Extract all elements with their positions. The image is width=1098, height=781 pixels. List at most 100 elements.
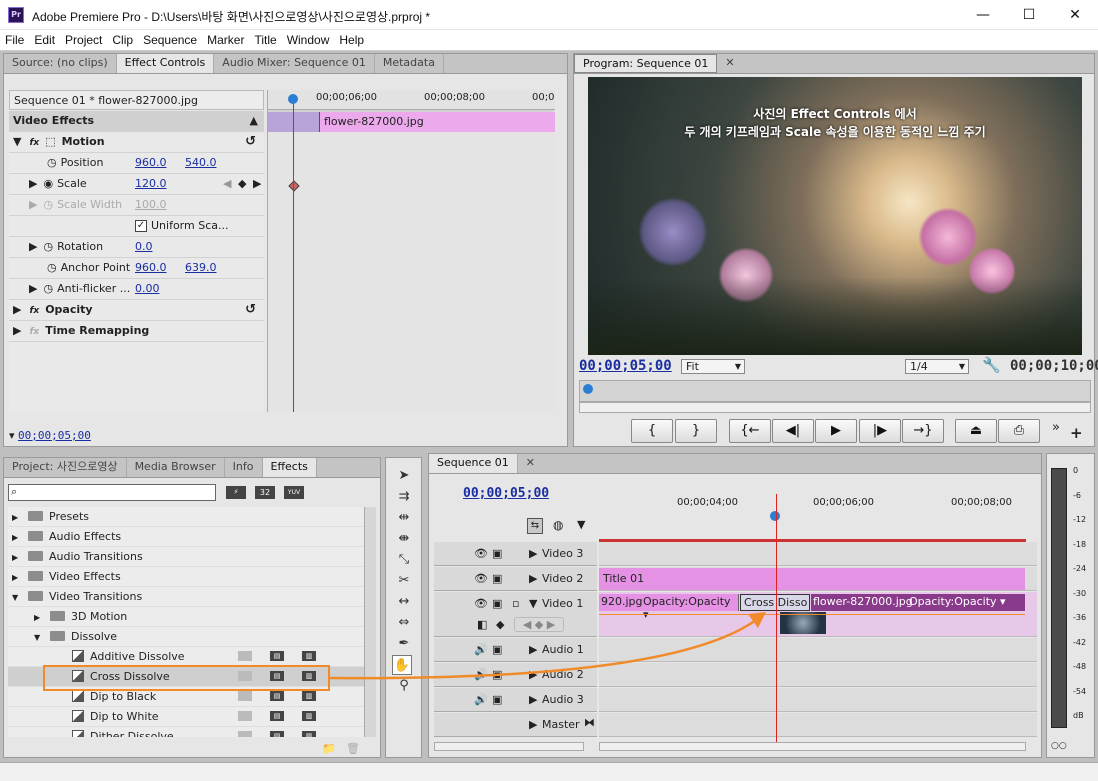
speaker-icon[interactable]: 🔊 [474,643,488,656]
keyframe-nav[interactable]: ◀ ◆ ▶ [514,617,564,632]
next-keyframe-icon[interactable]: ▶ [253,174,261,194]
32bit-effects-icon[interactable]: 32 [255,486,275,499]
lock-icon[interactable]: ▣ [492,547,502,560]
add-marker-icon[interactable]: ▼ [577,518,585,531]
meter-solo-icons[interactable]: ○○ [1051,741,1067,751]
tab-sequence[interactable]: Sequence 01 [429,454,518,473]
tab-effects[interactable]: Effects [262,458,317,477]
expand-arrow-icon[interactable]: ▶ [13,303,21,316]
ec-clip-bar[interactable]: flower-827000.jpg [268,112,555,132]
reset-icon[interactable]: ↺ [245,300,256,320]
expand-arrow-icon[interactable]: ▶ [34,608,50,627]
antiflicker-value[interactable]: 0.00 [135,279,160,299]
stopwatch-icon[interactable]: ◷ [43,282,53,295]
lock-icon[interactable]: ▣ [492,597,502,610]
effects-tree-item[interactable]: Dither Dissolve ▤ ▥ [8,727,364,737]
stopwatch-icon[interactable]: ◷ [47,261,57,274]
display-style-icon[interactable]: ◧ [477,618,487,631]
tab-media-browser[interactable]: Media Browser [127,458,225,477]
collapse-icon[interactable]: ▲ [250,111,258,131]
marker-icon[interactable]: ◍ [553,518,563,532]
add-keyframe-icon[interactable]: ◆ [238,174,246,194]
uniform-scale-checkbox[interactable]: ✓ [135,220,147,232]
tab-effect-controls[interactable]: Effect Controls [116,54,215,73]
slide-tool-icon[interactable]: ⇔ [394,613,414,633]
expand-arrow-icon[interactable]: ▶ [29,240,37,253]
yuv-effects-icon[interactable]: YUV [284,486,304,499]
more-controls-icon[interactable]: » [1052,420,1060,435]
eye-icon[interactable]: 👁 [474,572,488,585]
zoom-tool-icon[interactable]: ⚲ [394,676,414,696]
effects-tree-item[interactable]: ▶ Audio Transitions [8,547,364,567]
expand-arrow-icon[interactable]: ▶ [12,528,28,547]
program-zoom-scrollbar[interactable] [579,402,1091,413]
trash-icon[interactable]: 🗑 [346,742,360,755]
position-x-value[interactable]: 960.0 [135,153,167,173]
scale-value[interactable]: 120.0 [135,174,167,194]
go-to-in-button[interactable]: {← [729,419,771,443]
timeline-zoom-scrollbar[interactable] [599,742,1026,751]
maximize-button[interactable]: ☐ [1006,0,1052,30]
expand-arrow-icon[interactable]: ▼ [13,135,21,148]
lock-icon[interactable]: ▣ [492,572,502,585]
track-lane-video3[interactable] [599,542,1037,566]
expand-arrow-icon[interactable]: ▼ [12,588,28,607]
opacity-row[interactable]: ▶ fx Opacity ↺ [9,300,264,321]
sequence-ruler[interactable]: 00;00;04;00 00;00;06;00 00;00;08;00 [599,495,1026,543]
tab-project[interactable]: Project: 사진으로영상 [4,458,127,477]
effects-tree-item[interactable]: Dip to White ▤ ▥ [8,707,364,727]
rolling-edit-tool-icon[interactable]: ⇼ [394,529,414,549]
sequence-timecode[interactable]: 00;00;05;00 [463,486,549,501]
mark-in-button[interactable]: { [631,419,673,443]
effects-tree-item[interactable]: ▼ Dissolve [8,627,364,647]
motion-transform-icon[interactable]: ⬚ [45,135,55,148]
tab-info[interactable]: Info [225,458,263,477]
effects-tree-item[interactable]: Dip to Black ▤ ▥ [8,687,364,707]
effects-search-input[interactable]: ⌕ [8,484,216,501]
expand-arrow-icon[interactable]: ▶ [13,324,21,337]
title-clip[interactable]: Title 01 [599,568,1025,590]
lock-icon[interactable]: ▣ [492,693,502,706]
expand-arrow-icon[interactable]: ▶ [529,668,537,681]
stopwatch-icon[interactable]: ◷ [43,240,53,253]
pen-tool-icon[interactable]: ✒ [394,634,414,654]
expand-arrow-icon[interactable]: ▶ [529,643,537,656]
step-back-button[interactable]: ◀| [772,419,814,443]
speaker-icon[interactable]: 🔊 [474,668,488,681]
expand-arrow-icon[interactable]: ▶ [12,568,28,587]
reset-icon[interactable]: ↺ [245,132,256,152]
razor-tool-icon[interactable]: ✂ [394,571,414,591]
step-forward-button[interactable]: |▶ [859,419,901,443]
expand-arrow-icon[interactable]: ▼ [34,628,50,647]
speaker-icon[interactable]: 🔊 [474,693,488,706]
expand-arrow-icon[interactable]: ▶ [12,508,28,527]
hand-tool-icon[interactable]: ✋ [392,655,412,675]
expand-arrow-icon[interactable]: ▶ [12,548,28,567]
ec-playhead-handle[interactable] [288,94,298,104]
sync-icon[interactable]: ▫ [512,597,519,610]
menu-title[interactable]: Title [249,30,281,50]
track-lane-video2[interactable]: Title 01 [599,567,1037,591]
clip-b[interactable]: flower-827000.jpg Opacity:Opacity ▾ [811,594,1025,611]
program-video-frame[interactable]: 사진의 Effect Controls 에서 두 개의 키프레임과 Scale … [588,77,1082,355]
menu-sequence[interactable]: Sequence [138,30,202,50]
program-timecode[interactable]: 00;00;05;00 [579,358,672,374]
program-scrubber[interactable] [579,380,1091,402]
stopwatch-active-icon[interactable]: ◉ [43,177,53,190]
program-playhead-handle[interactable] [583,384,593,394]
eye-icon[interactable]: 👁 [474,547,488,560]
resolution-select[interactable]: 1/4 ▼ [905,359,969,374]
accelerated-effects-icon[interactable]: ⚡ [226,486,246,499]
effects-tree-item[interactable]: ▼ Video Transitions [8,587,364,607]
minimize-button[interactable]: — [960,0,1006,30]
mark-out-button[interactable]: } [675,419,717,443]
zoom-select[interactable]: Fit ▼ [681,359,745,374]
eye-icon[interactable]: 👁 [474,597,488,610]
selection-tool-icon[interactable]: ➤ [394,466,414,486]
rate-stretch-tool-icon[interactable]: ⤡ [394,550,414,570]
position-y-value[interactable]: 540.0 [185,153,217,173]
effects-tree-item[interactable]: ▶ Audio Effects [8,527,364,547]
effects-tree-item[interactable]: ▶ 3D Motion [8,607,364,627]
master-output-icon[interactable]: ⧓ [584,716,595,729]
go-to-out-button[interactable]: →} [902,419,944,443]
